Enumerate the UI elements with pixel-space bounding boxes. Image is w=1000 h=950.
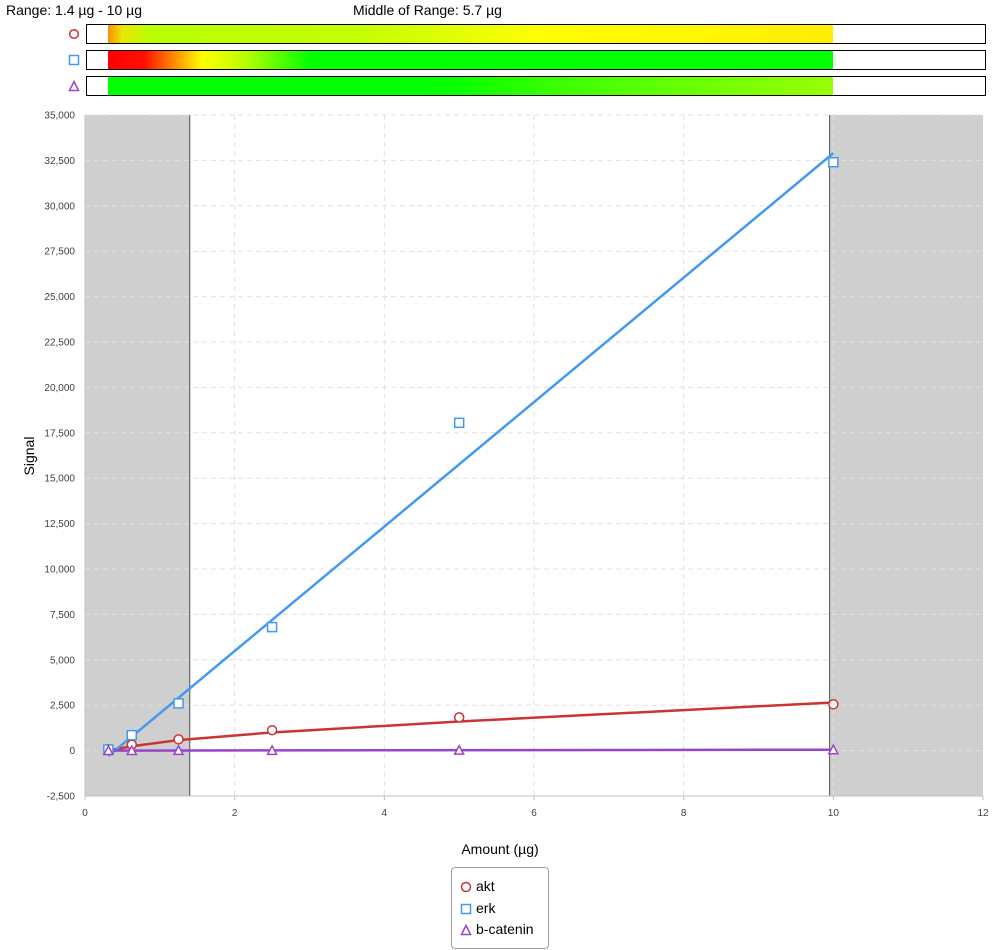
y-tick-label: 7,500 <box>50 610 75 621</box>
square-icon <box>460 903 472 915</box>
y-tick-label: 20,000 <box>44 383 75 394</box>
series-b-catenin <box>108 748 834 752</box>
out-of-range-region <box>829 115 983 796</box>
y-tick-label: 0 <box>69 746 75 757</box>
data-point-erk <box>266 621 278 633</box>
x-tick-label: 2 <box>232 808 238 819</box>
series-erk <box>107 152 835 758</box>
data-point-akt <box>453 712 465 723</box>
triangle-icon <box>68 80 80 92</box>
y-tick-label: 17,500 <box>44 428 75 439</box>
circle-icon <box>68 28 80 40</box>
fit-line-akt <box>108 701 834 752</box>
y-tick-label: 25,000 <box>44 292 75 303</box>
y-tick-label: 12,500 <box>44 519 75 530</box>
x-tick-label: 6 <box>531 808 537 819</box>
data-point-akt <box>173 734 184 745</box>
data-point-akt <box>266 725 278 736</box>
y-tick-label: 30,000 <box>44 201 75 212</box>
range-bar-track <box>86 76 986 96</box>
data-point-erk <box>173 698 184 709</box>
calibration-chart: 0 2 4 6 8 10 12 -2,500 0 2,500 5,000 7,500 10,000 12,… <box>21 111 989 858</box>
circle-icon <box>460 881 472 893</box>
x-tick-label: 4 <box>382 808 388 819</box>
y-tick-label: 2,500 <box>50 701 75 712</box>
range-bar-track <box>86 24 986 44</box>
range-bar-fill <box>108 51 834 69</box>
data-point-erk <box>453 417 465 429</box>
y-tick-label: 5,000 <box>50 655 75 666</box>
x-tick-label: 12 <box>977 808 989 819</box>
range-bar-akt <box>64 24 994 44</box>
fit-line-erk <box>107 152 835 758</box>
triangle-icon <box>460 924 472 936</box>
y-tick-label: 27,500 <box>44 247 75 258</box>
data-point-akt <box>828 699 839 710</box>
y-tick-label: 10,000 <box>44 565 75 576</box>
out-of-range-region <box>85 115 190 796</box>
legend: akt erk b-catenin <box>451 867 549 949</box>
range-bar-fill <box>108 77 834 95</box>
x-tick-label: 0 <box>82 808 88 819</box>
y-axis-label: Signal <box>21 437 37 476</box>
range-bar-track <box>86 50 986 70</box>
fit-line-b-catenin <box>108 748 834 752</box>
y-tick-label: 32,500 <box>44 156 75 167</box>
y-tick-label: 35,000 <box>44 111 75 122</box>
legend-label: akt <box>476 878 495 894</box>
x-axis-label: Amount (µg) <box>461 841 538 857</box>
y-tick-label: 15,000 <box>44 474 75 485</box>
middle-of-range-label: Middle of Range: 5.7 µg <box>353 2 502 18</box>
legend-label: b-catenin <box>476 921 534 937</box>
data-point-erk <box>828 156 839 168</box>
square-icon <box>68 54 80 66</box>
y-tick-label: -2,500 <box>47 792 76 803</box>
x-tick-label: 10 <box>828 808 840 819</box>
data-point-erk <box>126 729 138 741</box>
series-akt <box>108 701 834 752</box>
y-tick-label: 22,500 <box>44 338 75 349</box>
range-bar-erk <box>64 50 994 70</box>
legend-label: erk <box>476 900 496 916</box>
range-bar-fill <box>108 25 834 43</box>
range-bar-b-catenin <box>64 76 994 96</box>
x-tick-label: 8 <box>681 808 687 819</box>
range-label: Range: 1.4 µg - 10 µg <box>6 2 142 18</box>
